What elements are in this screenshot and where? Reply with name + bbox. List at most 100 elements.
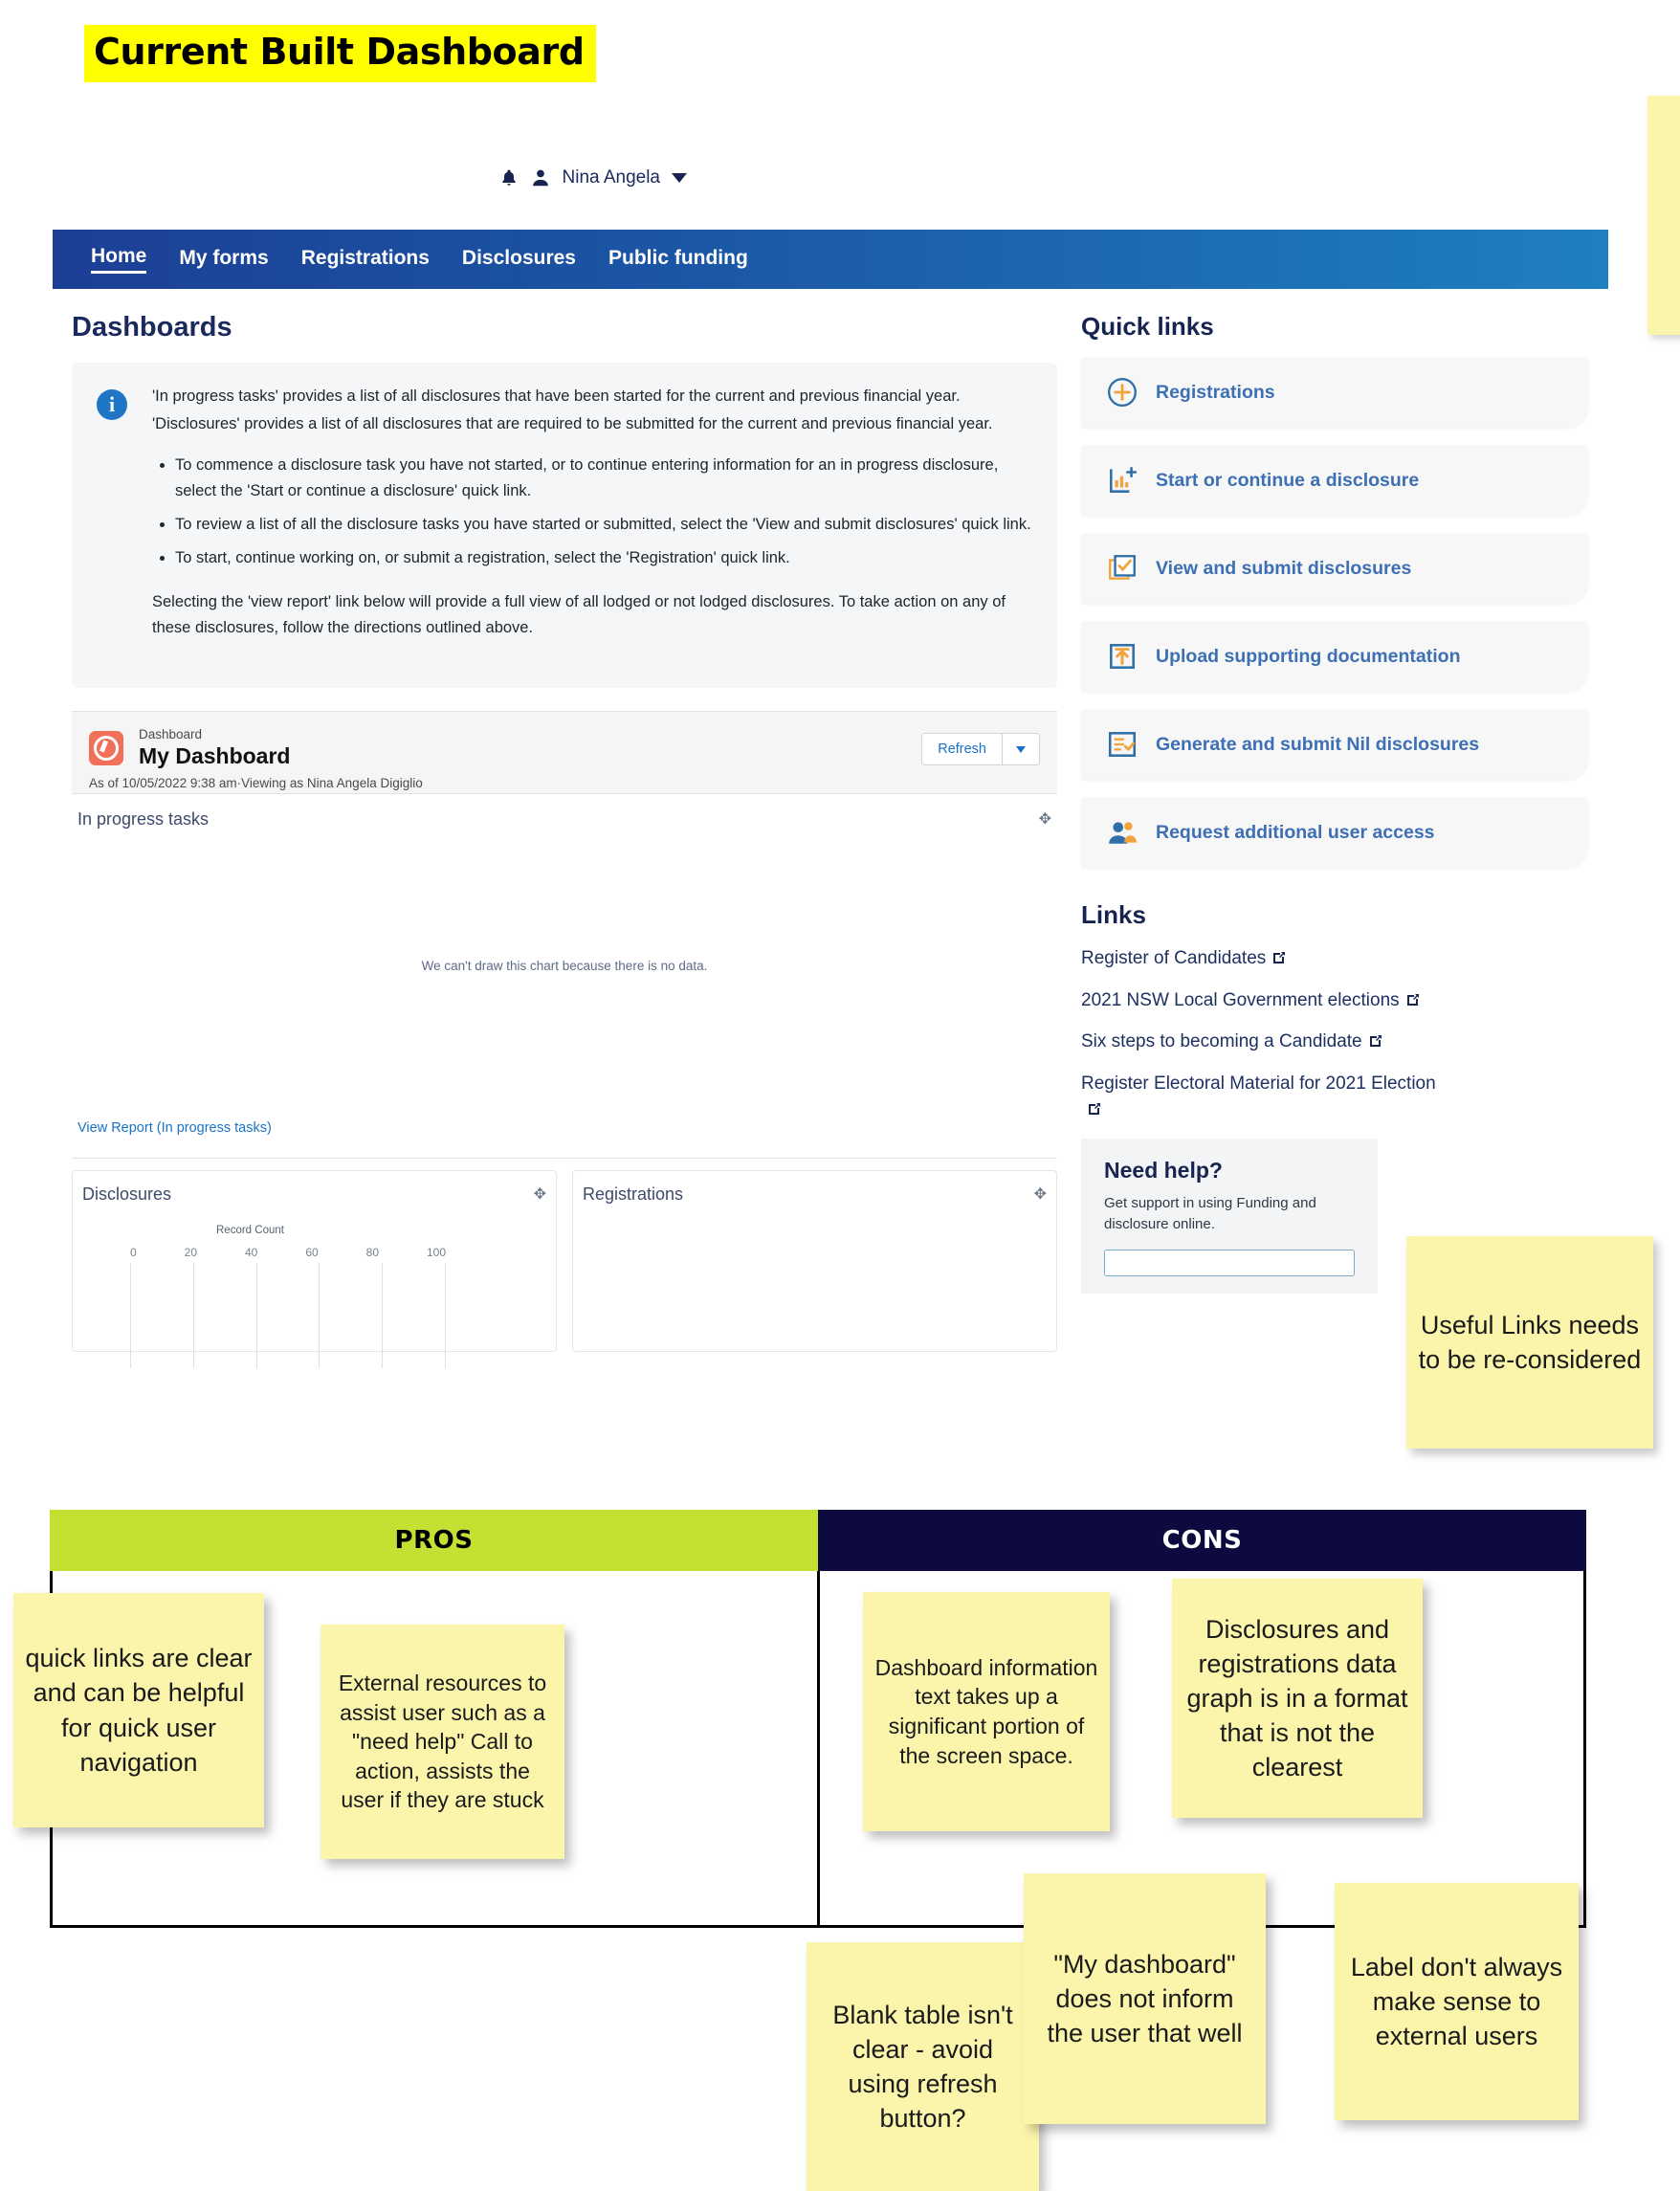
x-tick: 60 [305,1246,319,1259]
refresh-dropdown-button[interactable] [1002,734,1039,764]
salesforce-dashboard-icon [89,731,123,765]
nav-item-public-funding[interactable]: Public funding [608,247,748,273]
quick-link-view-and-submit-disclosures[interactable]: View and submit disclosures [1081,533,1588,604]
info-tail-paragraph: Selecting the 'view report' link below w… [152,593,1006,637]
chart-axis: 0 20 40 60 80 100 [130,1246,446,1368]
view-report-link[interactable]: View Report (In progress tasks) [77,1120,272,1136]
upload-box-icon [1106,640,1138,673]
chart-add-icon [1106,464,1138,497]
cons-note-5: Label don't always make sense to externa… [1335,1883,1579,2120]
quick-link-registrations[interactable]: Registrations [1081,357,1588,428]
checklist-icon [1106,728,1138,761]
dashboard-asof-label: As of 10/05/2022 9:38 am·Viewing as Nina… [89,775,423,790]
cons-note-3: Blank table isn't clear - avoid using re… [807,1942,1039,2191]
username-label: Nina Angela [562,167,660,188]
cons-note-1: Dashboard information text takes up a si… [863,1592,1110,1831]
link-label: Register of Candidates [1081,948,1267,968]
dashboard-card: Dashboard My Dashboard As of 10/05/2022 … [72,711,1057,793]
info-bullet: To commence a disclosure task you have n… [175,453,1032,503]
right-column: Quick links Registrations Start or conti… [1081,289,1588,1294]
bell-icon[interactable] [499,167,519,188]
quick-link-label: Request additional user access [1156,821,1435,843]
pros-note-1: quick links are clear and can be helpful… [13,1593,264,1827]
pros-note-2: External resources to assist user such a… [321,1625,564,1859]
quick-link-generate-and-submit-nil-disclosures[interactable]: Generate and submit Nil disclosures [1081,709,1588,780]
edge-sticky-note [1647,96,1680,335]
x-tick: 0 [130,1246,137,1259]
chart-gridlines [130,1263,446,1368]
chart-title-disclosures: Disclosures [82,1184,172,1204]
nav-item-registrations[interactable]: Registrations [301,247,430,273]
link-item[interactable]: Six steps to becoming a Candidate [1081,1029,1588,1055]
refresh-button[interactable]: Refresh [922,734,1002,764]
dashboards-heading: Dashboards [72,312,232,343]
x-tick: 100 [426,1246,446,1259]
person-icon[interactable] [530,167,551,188]
nav-item-disclosures[interactable]: Disclosures [462,247,576,273]
external-link-icon [1271,947,1287,963]
x-tick: 40 [244,1246,258,1259]
quick-link-request-additional-user-access[interactable]: Request additional user access [1081,797,1588,868]
expand-icon[interactable]: ✥ [534,1184,546,1204]
info-bullet-list: To commence a disclosure task you have n… [152,453,1032,570]
info-panel: i 'In progress tasks' provides a list of… [72,363,1057,688]
chart-title-registrations: Registrations [583,1184,684,1204]
chevron-down-icon [1016,745,1026,753]
pros-header-label: PROS [50,1510,818,1571]
expand-icon[interactable]: ✥ [1039,809,1051,829]
nav-item-my-forms[interactable]: My forms [179,247,268,273]
no-data-message: We can't draw this chart because there i… [421,959,708,973]
quick-link-label: Generate and submit Nil disclosures [1156,733,1480,755]
chart-axis-title: Record Count [216,1225,284,1236]
dashboard-screenshot: Nina Angela Home My forms Registrations … [0,144,1626,1485]
info-bullet: To start, continue working on, or submit… [175,545,1032,571]
need-help-heading: Need help? [1104,1157,1223,1183]
checked-box-icon [1106,552,1138,585]
link-item[interactable]: 2021 NSW Local Government elections [1081,987,1588,1014]
pros-cons-header: PROS CONS [50,1510,1586,1571]
expand-icon[interactable]: ✥ [1034,1184,1047,1204]
need-help-panel: Need help? Get support in using Funding … [1081,1138,1378,1294]
cons-note-2: Disclosures and registrations data graph… [1172,1579,1423,1818]
x-tick: 80 [365,1246,379,1259]
page-title: Current Built Dashboard [84,25,596,82]
dashboard-kind-label: Dashboard [139,727,203,741]
need-help-button[interactable] [1104,1249,1355,1276]
user-bar: Nina Angela [499,167,687,188]
info-paragraph-2: 'Disclosures' provides a list of all dis… [152,414,993,432]
page-body: Dashboards i 'In progress tasks' provide… [53,289,1608,1485]
in-progress-title: In progress tasks [77,809,210,829]
quick-link-upload-supporting-documentation[interactable]: Upload supporting documentation [1081,621,1588,692]
links-heading: Links [1081,900,1146,929]
registrations-chart-card: Registrations ✥ [572,1170,1057,1352]
external-link-icon [1405,989,1421,1006]
links-list: Register of Candidates 2021 NSW Local Go… [1081,945,1588,1123]
chevron-down-icon[interactable] [672,173,687,183]
need-help-body: Get support in using Funding and disclos… [1104,1194,1316,1233]
nav-item-home[interactable]: Home [91,245,147,274]
link-label: Register Electoral Material for 2021 Ele… [1081,1073,1436,1094]
quick-links-heading: Quick links [1081,312,1214,341]
in-progress-tasks-widget: In progress tasks ✥ We can't draw this c… [72,793,1057,1137]
link-label: Six steps to becoming a Candidate [1081,1031,1362,1052]
link-item[interactable]: Register Electoral Material for 2021 Ele… [1081,1071,1454,1123]
disclosures-chart-card: Disclosures ✥ Record Count 0 20 40 60 80… [72,1170,557,1368]
link-item[interactable]: Register of Candidates [1081,945,1588,972]
left-column: Dashboards i 'In progress tasks' provide… [72,289,1057,1368]
info-paragraph-1: 'In progress tasks' provides a list of a… [152,387,961,405]
info-bullet: To review a list of all the disclosure t… [175,512,1032,538]
refresh-control: Refresh [921,733,1040,765]
quick-link-start-or-continue-a-disclosure[interactable]: Start or continue a disclosure [1081,445,1588,516]
info-icon: i [97,389,127,420]
cons-header-label: CONS [818,1510,1586,1571]
annotation-useful-links: Useful Links needs to be re-considered [1406,1236,1653,1449]
chart-x-ticks: 0 20 40 60 80 100 [130,1246,446,1259]
cons-note-4: "My dashboard" does not inform the user … [1024,1873,1266,2124]
charts-row: Disclosures ✥ Record Count 0 20 40 60 80… [72,1158,1057,1368]
quick-link-label: Upload supporting documentation [1156,645,1461,667]
x-tick: 20 [184,1246,198,1259]
link-label: 2021 NSW Local Government elections [1081,989,1400,1010]
quick-link-label: View and submit disclosures [1156,557,1412,579]
users-icon [1106,816,1138,849]
external-link-icon [1368,1030,1383,1048]
